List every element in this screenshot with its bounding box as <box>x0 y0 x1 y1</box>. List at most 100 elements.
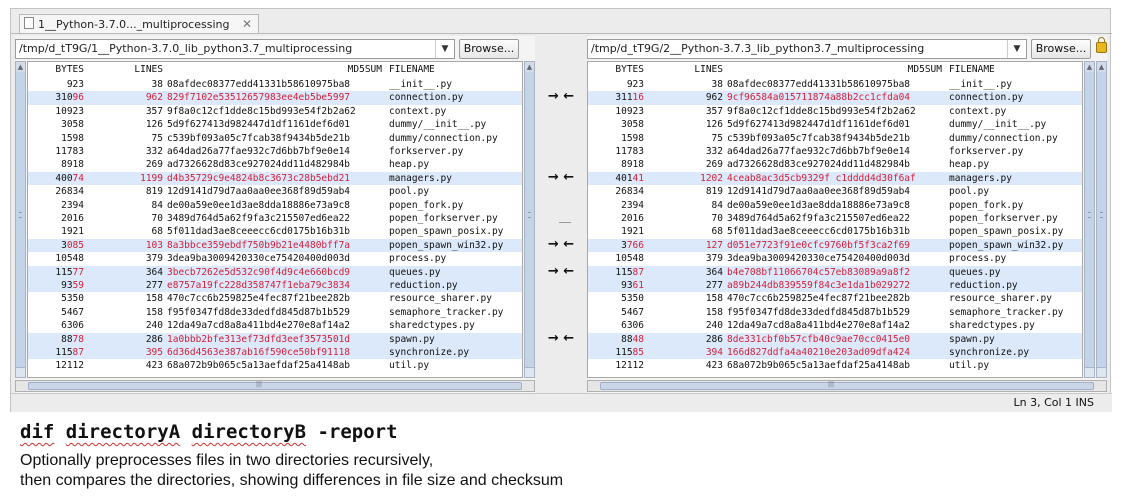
cell-lines: 68 <box>151 226 163 238</box>
cell-lines: 75 <box>151 132 163 144</box>
copy-arrows-icon[interactable]: → ← <box>535 332 587 345</box>
cell-filename: resource_sharer.py <box>949 293 1052 305</box>
left-vertical-scrollbar[interactable]: ▲ <box>524 61 535 378</box>
table-row[interactable]: 10548 379 3dea9ba3009420330ce75420400d003d… <box>588 252 1082 265</box>
left-vertical-overview-bar[interactable]: ▲ <box>15 61 26 378</box>
table-row[interactable]: 3058 126 5d9f627413d982447d1df1161def6d01 d… <box>588 118 1082 131</box>
col-bytes-header[interactable]: BYTES <box>615 63 644 77</box>
tab-comparison[interactable]: 1__Python-3.7.0..._multiprocessing ✕ <box>19 14 259 34</box>
table-row[interactable]: 10923 357 9f8a0c12cf1dde8c15bd993e54f2b2a6… <box>588 105 1082 118</box>
table-row[interactable]: 40141 1202 4ceab8ac3d5cb9329f c1dddd4d30f6… <box>588 171 1082 186</box>
cell-md5: d051e7723f91e0cfc9760bf5f3ca2f69 <box>727 239 911 251</box>
cell-filename: synchronize.py <box>949 347 1030 358</box>
copy-arrows-icon[interactable]: → ← <box>535 90 587 103</box>
table-row[interactable]: 5350 158 470c7cc6b259825e4fec87f21bee282b r… <box>588 292 1082 305</box>
col-filename-header[interactable]: FILENAME <box>389 63 435 77</box>
left-path-combo[interactable]: /tmp/d_tT9G/1__Python-3.7.0_lib_python3.… <box>15 39 455 59</box>
table-row[interactable]: 12112 423 68a072b9b065c5a13aefdaf25a4148ab… <box>588 359 1082 372</box>
table-row[interactable]: 8918 269 ad7326628d83ce927024dd11d482984b h… <box>588 158 1082 171</box>
table-row[interactable]: 6306 240 12da49a7cd8a8a411bd4e270e8af14a2 s… <box>588 319 1082 332</box>
table-row[interactable]: 1598 75 c539bf093a05c7fcab38f9434b5de21b du… <box>28 132 522 145</box>
right-vertical-scrollbar[interactable]: ▲ <box>1084 61 1095 378</box>
table-row[interactable]: 11783 332 a64dad26a77fae932c7d6bb7bf9e0e14… <box>588 145 1082 158</box>
cell-lines: 158 <box>705 306 723 318</box>
right-table-header: BYTES LINES MD5SUM FILENAME <box>588 63 1082 77</box>
cell-lines: 158 <box>145 293 163 305</box>
close-icon[interactable]: ✕ <box>242 15 252 34</box>
cell-lines: 394 <box>705 347 723 358</box>
col-bytes-header[interactable]: BYTES <box>55 63 84 77</box>
cell-bytes: 11585 <box>615 347 644 358</box>
table-row[interactable]: 31116 962 9cf96584a015711874a88b2cc1cfda04… <box>588 91 1082 105</box>
table-row[interactable]: 1921 68 5f011dad3ae8ceeecc6cd0175b16b31b po… <box>588 225 1082 238</box>
table-row[interactable]: 11585 394 166d827ddfa4a40210e203ad09dfa424… <box>588 346 1082 360</box>
cell-lines: 1202 <box>700 172 723 184</box>
table-row[interactable]: 9361 277 a89b244db839559f84c3e1da1b029272 r… <box>588 279 1082 293</box>
table-row[interactable]: 11587 364 b4e708bf11066704c57eb83089a9a8f2… <box>588 265 1082 279</box>
chevron-down-icon[interactable]: ▼ <box>435 40 454 58</box>
col-lines-header[interactable]: LINES <box>694 63 723 77</box>
lock-icon[interactable] <box>1096 37 1107 53</box>
table-row[interactable]: 1921 68 5f011dad3ae8ceeecc6cd0175b16b31b po… <box>28 225 522 238</box>
col-md5-header[interactable]: MD5SUM <box>908 63 942 77</box>
table-row[interactable]: 2016 70 3489d764d5a62f9fa3c215507ed6ea22 po… <box>28 212 522 225</box>
col-lines-header[interactable]: LINES <box>134 63 163 77</box>
table-row[interactable]: 40074 1199 d4b35729c9e4824b8c3673c28b5ebd2… <box>28 171 522 186</box>
table-row[interactable]: 1598 75 c539bf093a05c7fcab38f9434b5de21b du… <box>588 132 1082 145</box>
table-row[interactable]: 10923 357 9f8a0c12cf1dde8c15bd993e54f2b2a6… <box>28 105 522 118</box>
right-file-table: BYTES LINES MD5SUM FILENAME 923 38 08afdec… <box>587 61 1083 378</box>
table-row[interactable]: 11587 395 6d36d4563e387ab16f590ce50bf91118… <box>28 346 522 360</box>
right-browse-button[interactable]: Browse... <box>1031 39 1091 59</box>
cell-filename: util.py <box>389 360 430 372</box>
table-row[interactable]: 6306 240 12da49a7cd8a8a411bd4e270e8af14a2 s… <box>28 319 522 332</box>
cell-lines: 395 <box>145 347 163 358</box>
table-row[interactable]: 2394 84 de00a59e0ee1d3ae8dda18886e73a9c8 po… <box>28 199 522 212</box>
cell-lines: 379 <box>145 253 163 265</box>
cell-filename: popen_forkserver.py <box>949 213 1058 224</box>
table-row[interactable]: 8848 286 8de331cbf0b57cfb40c9ae70cc0415e0 s… <box>588 332 1082 346</box>
table-row[interactable]: 12112 423 68a072b9b065c5a13aefdaf25a4148ab… <box>28 359 522 372</box>
table-row[interactable]: 10548 379 3dea9ba3009420330ce75420400d003d… <box>28 252 522 265</box>
table-row[interactable]: 11783 332 a64dad26a77fae932c7d6bb7bf9e0e14… <box>28 145 522 158</box>
cell-md5: 5d9f627413d982447d1df1161def6d01 <box>727 119 911 131</box>
right-horizontal-scrollbar[interactable]: ||| <box>587 380 1107 392</box>
table-row[interactable]: 31096 962 829f7102e53512657983ee4eb5be5997… <box>28 91 522 105</box>
splitter-handle[interactable] <box>559 222 571 223</box>
copy-arrows-icon[interactable]: → ← <box>535 238 587 251</box>
cell-bytes: 6306 <box>61 320 84 332</box>
cell-filename: connection.py <box>389 92 464 104</box>
chevron-down-icon[interactable]: ▼ <box>1007 40 1026 58</box>
table-row[interactable]: 9359 277 e8757a19fc228d358747f1eba79c3834 r… <box>28 279 522 293</box>
copy-arrows-icon[interactable]: → ← <box>535 265 587 278</box>
cell-md5: 12da49a7cd8a8a411bd4e270e8af14a2 <box>167 320 351 332</box>
table-row[interactable]: 923 38 08afdec08377edd41331b58610975ba8 __i… <box>588 78 1082 91</box>
table-row[interactable]: 11577 364 3becb7262e5d532c90f4d9c4e660bcd9… <box>28 265 522 279</box>
cell-filename: semaphore_tracker.py <box>389 306 504 318</box>
left-file-table: BYTES LINES MD5SUM FILENAME 923 38 08afdec… <box>27 61 523 378</box>
table-row[interactable]: 5350 158 470c7cc6b259825e4fec87f21bee282b r… <box>28 292 522 305</box>
cell-filename: popen_spawn_posix.py <box>389 226 504 238</box>
cell-filename: managers.py <box>389 172 452 184</box>
table-row[interactable]: 3766 127 d051e7723f91e0cfc9760bf5f3ca2f69 p… <box>588 238 1082 253</box>
table-row[interactable]: 5467 158 f95f0347fd8de33dedfd845d87b1b529 s… <box>588 306 1082 319</box>
col-md5-header[interactable]: MD5SUM <box>348 63 382 77</box>
table-row[interactable]: 923 38 08afdec08377edd41331b58610975ba8 __i… <box>28 78 522 91</box>
table-row[interactable]: 8878 286 1a0bbb2bfe313ef73dfd3eef3573501d s… <box>28 332 522 346</box>
table-row[interactable]: 26834 819 12d9141d79d7aa0aa0ee368f89d59ab4… <box>588 185 1082 198</box>
table-row[interactable]: 5467 158 f95f0347fd8de33dedfd845d87b1b529 s… <box>28 306 522 319</box>
table-row[interactable]: 2016 70 3489d764d5a62f9fa3c215507ed6ea22 po… <box>588 212 1082 225</box>
table-row[interactable]: 3085 103 8a3bbce359ebdf750b9b21e4480bff7a p… <box>28 238 522 253</box>
cell-md5: a64dad26a77fae932c7d6bb7bf9e0e14 <box>727 146 911 157</box>
col-filename-header[interactable]: FILENAME <box>949 63 995 77</box>
left-browse-button[interactable]: Browse... <box>459 39 519 59</box>
cell-bytes: 3058 <box>61 119 84 131</box>
left-horizontal-scrollbar[interactable]: ||| <box>15 380 535 392</box>
table-row[interactable]: 2394 84 de00a59e0ee1d3ae8dda18886e73a9c8 po… <box>588 199 1082 212</box>
right-vertical-overview-bar[interactable]: ▲ <box>1096 61 1107 378</box>
right-path-combo[interactable]: /tmp/d_tT9G/2__Python-3.7.3_lib_python3.… <box>587 39 1027 59</box>
table-row[interactable]: 3058 126 5d9f627413d982447d1df1161def6d01 d… <box>28 118 522 131</box>
table-row[interactable]: 8918 269 ad7326628d83ce927024dd11d482984b h… <box>28 158 522 171</box>
copy-arrows-icon[interactable]: → ← <box>535 171 587 184</box>
cell-bytes: 5467 <box>621 306 644 318</box>
table-row[interactable]: 26834 819 12d9141d79d7aa0aa0ee368f89d59ab4… <box>28 185 522 198</box>
